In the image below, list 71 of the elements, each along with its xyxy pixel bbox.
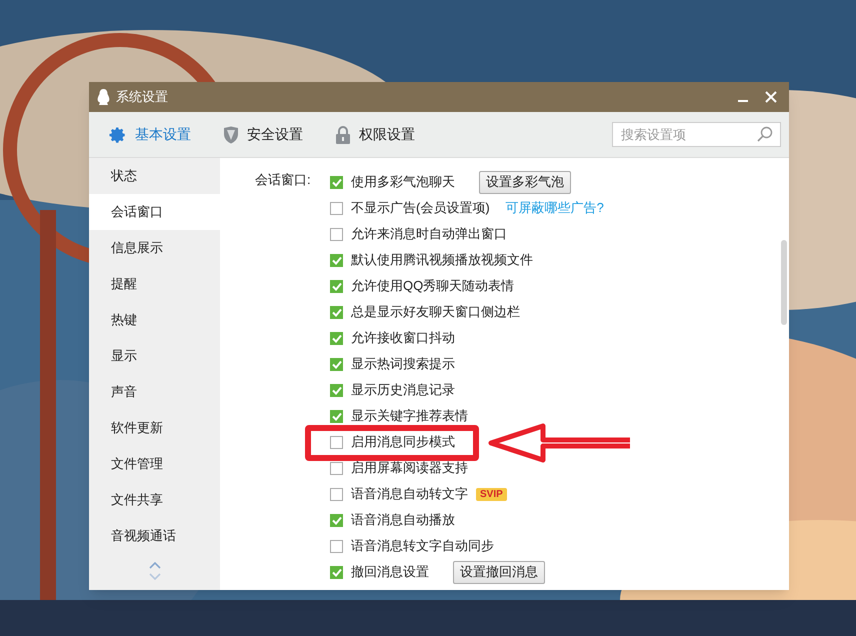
scroll-up-icon[interactable]	[148, 562, 160, 569]
check-icon	[332, 516, 342, 524]
option-label: 显示关键字推荐表情	[351, 407, 468, 426]
option-label: 启用屏幕阅读器支持	[351, 459, 468, 478]
search-icon[interactable]	[757, 126, 773, 142]
penguin-icon	[97, 89, 110, 105]
settings-tab[interactable]: 权限设置	[335, 124, 415, 145]
shield-icon	[223, 126, 239, 144]
checkbox[interactable]	[330, 540, 343, 552]
checkbox[interactable]	[330, 462, 343, 474]
sidebar-item[interactable]: 文件管理	[89, 446, 220, 482]
checkbox[interactable]	[330, 254, 343, 266]
check-icon	[332, 308, 342, 316]
check-icon	[332, 386, 342, 394]
sidebar-item[interactable]: 音视频通话	[89, 518, 220, 554]
option-label: 允许来消息时自动弹出窗口	[351, 225, 507, 244]
sidebar-item[interactable]: 会话窗口	[89, 194, 220, 230]
checkbox[interactable]	[330, 228, 343, 240]
gear-icon	[109, 126, 127, 144]
scroll-down-icon[interactable]	[148, 573, 160, 580]
close-icon[interactable]	[765, 91, 777, 103]
option-label: 允许使用QQ秀聊天随动表情	[351, 277, 514, 296]
option-label: 允许接收窗口抖动	[351, 329, 455, 348]
option-label: 启用消息同步模式	[351, 433, 455, 452]
svip-badge: SVIP	[476, 488, 507, 500]
sidebar-item[interactable]: 软件更新	[89, 410, 220, 446]
check-icon	[332, 412, 342, 420]
sidebar-item[interactable]: 显示	[89, 338, 220, 374]
option-label: 撤回消息设置	[351, 563, 429, 582]
option-label: 语音消息转文字自动同步	[351, 537, 494, 556]
option-label: 显示历史消息记录	[351, 381, 455, 400]
checkbox[interactable]	[330, 566, 343, 578]
sidebar-item[interactable]: 热键	[89, 302, 220, 338]
check-icon	[332, 282, 342, 290]
checkbox[interactable]	[330, 176, 343, 188]
check-icon	[332, 256, 342, 264]
option-label: 使用多彩气泡聊天	[351, 173, 455, 192]
settings-button[interactable]: 设置多彩气泡	[479, 170, 571, 194]
sidebar-item[interactable]: 声音	[89, 374, 220, 410]
sidebar-item[interactable]: 信息展示	[89, 230, 220, 266]
sidebar-item[interactable]: 文件共享	[89, 482, 220, 518]
check-icon	[332, 178, 342, 186]
settings-button[interactable]: 设置撤回消息	[453, 560, 545, 584]
sidebar-item[interactable]: 提醒	[89, 266, 220, 302]
section-label: 会话窗口:	[255, 171, 312, 189]
check-icon	[332, 568, 342, 576]
settings-tab[interactable]: 基本设置	[109, 124, 191, 145]
window-title: 系统设置	[116, 88, 168, 106]
checkbox[interactable]	[330, 332, 343, 344]
checkbox[interactable]	[330, 436, 343, 448]
check-icon	[332, 334, 342, 342]
settings-tab[interactable]: 安全设置	[223, 124, 303, 145]
option-label: 显示热词搜索提示	[351, 355, 455, 374]
option-label: 默认使用腾讯视频播放视频文件	[351, 251, 533, 270]
option-label: 语音消息自动转文字	[351, 485, 468, 504]
checkbox[interactable]	[330, 488, 343, 500]
sidebar-item[interactable]: 状态	[89, 158, 220, 194]
checkbox[interactable]	[330, 384, 343, 396]
scrollbar-thumb[interactable]	[781, 240, 787, 325]
checkbox[interactable]	[330, 410, 343, 422]
check-icon	[332, 360, 342, 368]
checkbox[interactable]	[330, 514, 343, 526]
option-label: 语音消息自动播放	[351, 511, 455, 530]
checkbox[interactable]	[330, 280, 343, 292]
search-field[interactable]: 搜索设置项	[612, 122, 781, 147]
lock-icon	[335, 126, 351, 144]
checkbox[interactable]	[330, 358, 343, 370]
option-label: 不显示广告(会员设置项)	[351, 199, 490, 218]
checkbox[interactable]	[330, 202, 343, 214]
checkbox[interactable]	[330, 306, 343, 318]
option-label: 总是显示好友聊天窗口侧边栏	[351, 303, 520, 322]
